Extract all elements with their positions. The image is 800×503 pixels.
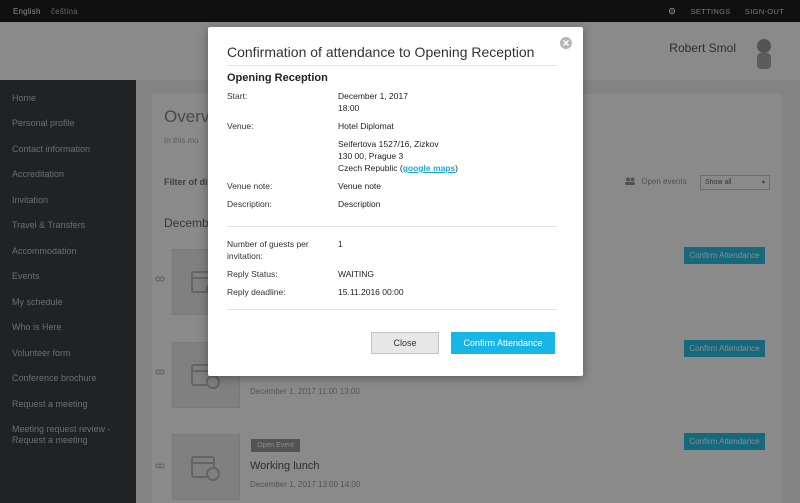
address-line-1: Seifertova 1527/16, Zizkov (338, 139, 439, 149)
divider (227, 65, 557, 66)
start-label: Start: (227, 91, 248, 101)
address-country: Czech Republic ( (338, 163, 403, 173)
close-icon (563, 40, 569, 46)
divider (227, 309, 557, 310)
divider (227, 226, 557, 227)
venue-note-value: Venue note (338, 181, 382, 191)
description-value: Description (338, 199, 381, 209)
confirm-attendance-button[interactable]: Confirm Attendance (451, 332, 555, 354)
address-line-2: 130 00, Prague 3 (338, 151, 404, 161)
guests-label: Number of guests per invitation: (227, 239, 309, 261)
modal-title: Confirmation of attendance to Opening Re… (227, 44, 535, 60)
venue-label: Venue: (227, 121, 254, 131)
reply-deadline-value: 15.11.2016 00:00 (338, 287, 404, 297)
description-label: Description: (227, 199, 272, 209)
start-value: December 1, 2017 18:00 (338, 90, 408, 114)
event-name: Opening Reception (227, 72, 328, 84)
close-button[interactable]: Close (371, 332, 439, 354)
modal-close-button[interactable] (560, 37, 572, 49)
google-maps-link[interactable]: google maps (403, 163, 455, 173)
venue-address: Seifertova 1527/16, Zizkov 130 00, Pragu… (338, 138, 458, 174)
venue-name: Hotel Diplomat (338, 121, 394, 131)
guests-value: 1 (338, 239, 343, 249)
reply-status-label: Reply Status: (227, 269, 278, 279)
venue-note-label: Venue note: (227, 181, 273, 191)
address-close: ) (455, 163, 459, 173)
address-line-3: Czech Republic (google maps) (338, 162, 458, 174)
start-time: 18:00 (338, 103, 360, 113)
confirmation-modal: Confirmation of attendance to Opening Re… (208, 27, 583, 376)
reply-status-value: WAITING (338, 269, 375, 279)
reply-deadline-label: Reply deadline: (227, 287, 286, 297)
start-date: December 1, 2017 (338, 91, 408, 101)
